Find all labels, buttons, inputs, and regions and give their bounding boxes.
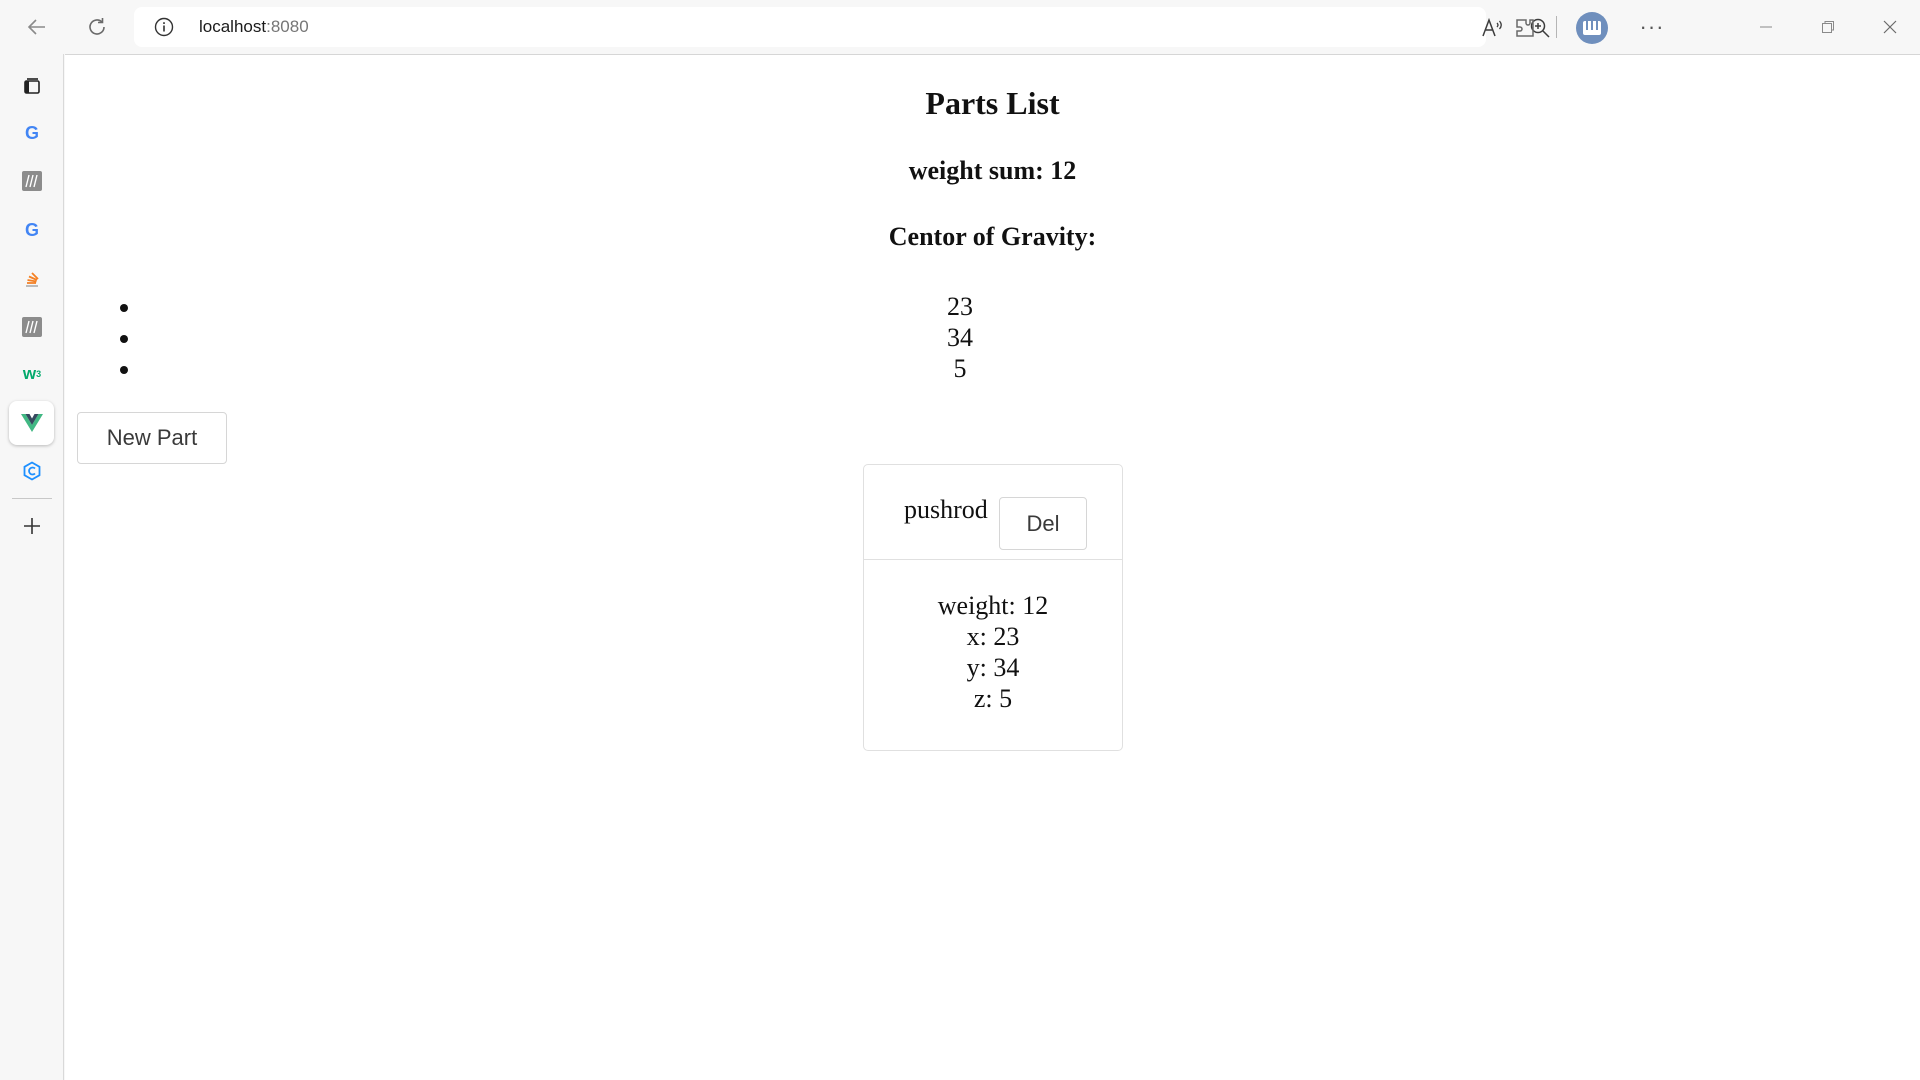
toolbar-divider: [1556, 16, 1557, 38]
back-arrow-icon[interactable]: [20, 12, 54, 42]
info-icon[interactable]: [154, 17, 174, 37]
m-icon[interactable]: [12, 161, 52, 201]
sidebar-separator: [12, 498, 52, 499]
part-card: pushrod Del weight: 12 x: 23 y: 34 z: 5: [863, 464, 1123, 751]
url-port: :8080: [266, 17, 309, 36]
list-item: 34: [65, 322, 1920, 353]
list-item: 5: [65, 353, 1920, 384]
cog-value: 5: [953, 354, 967, 383]
google-icon[interactable]: G: [12, 210, 52, 250]
part-y: y: 34: [966, 653, 1020, 682]
part-x: x: 23: [966, 622, 1020, 651]
part-z: z: 5: [973, 684, 1013, 713]
cog-value: 34: [947, 323, 973, 352]
close-icon[interactable]: [1870, 12, 1910, 42]
center-of-gravity-heading: Centor of Gravity:: [888, 222, 1097, 251]
list-item: 23: [65, 291, 1920, 322]
hex-icon[interactable]: [12, 451, 52, 491]
delete-part-button[interactable]: Del: [999, 497, 1087, 550]
url-text[interactable]: localhost:8080: [199, 17, 309, 37]
page-title: Parts List: [925, 85, 1060, 121]
new-part-button[interactable]: New Part: [77, 412, 227, 464]
edge-sidebar: G G w3: [0, 54, 64, 1080]
tabs-icon[interactable]: [12, 66, 52, 106]
read-aloud-icon[interactable]: [1481, 17, 1505, 39]
more-options-icon[interactable]: ···: [1636, 14, 1668, 40]
profile-avatar[interactable]: [1576, 12, 1608, 44]
part-card-body: weight: 12 x: 23 y: 34 z: 5: [864, 590, 1122, 714]
add-icon[interactable]: [12, 506, 52, 546]
page-content: Parts List weight sum: 12 Centor of Grav…: [65, 54, 1920, 1080]
restore-icon[interactable]: [1808, 12, 1848, 42]
address-bar[interactable]: localhost:8080: [134, 7, 1602, 47]
weight-sum-heading: weight sum: 12: [908, 156, 1077, 185]
url-host: localhost: [199, 17, 267, 36]
reload-icon[interactable]: [80, 12, 114, 42]
part-weight: weight: 12: [937, 591, 1049, 620]
google-icon[interactable]: G: [12, 113, 52, 153]
minimize-icon[interactable]: [1746, 12, 1786, 42]
vue-icon[interactable]: [12, 403, 52, 443]
part-name: pushrod: [904, 495, 988, 524]
browser-toolbar: localhost:8080 ···: [0, 0, 1920, 54]
cog-value: 23: [947, 292, 973, 321]
extensions-icon[interactable]: [1512, 16, 1538, 40]
part-card-header: pushrod Del: [864, 465, 1122, 560]
